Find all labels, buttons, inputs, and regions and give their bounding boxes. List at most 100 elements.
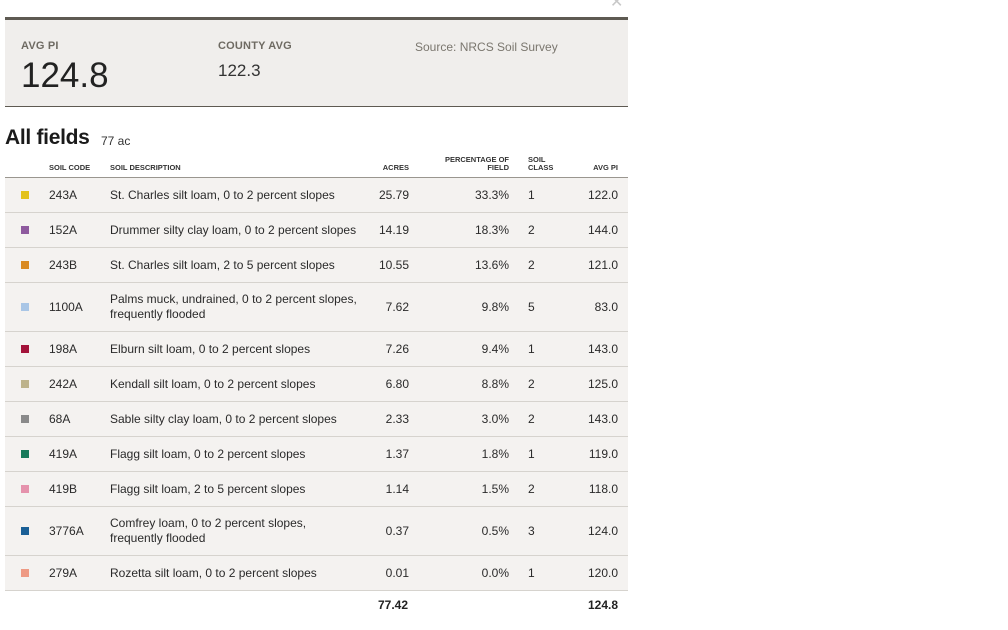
color-swatch-cell — [5, 471, 49, 507]
avg-pi: 125.0 — [555, 366, 628, 402]
table-row[interactable]: 152A Drummer silty clay loam, 0 to 2 perc… — [5, 212, 628, 248]
total-acres: 77.42 — [377, 598, 408, 612]
percentage: 3.0% — [409, 401, 509, 437]
header-soil-code: SOIL CODE — [49, 156, 110, 178]
table-row[interactable]: 419A Flagg silt loam, 0 to 2 percent slop… — [5, 436, 628, 472]
color-swatch-cell — [5, 555, 49, 591]
color-swatch-cell — [5, 247, 49, 283]
acres: 0.37 — [370, 506, 409, 556]
acres: 25.79 — [370, 177, 409, 213]
color-swatch-cell — [5, 506, 49, 556]
avg-pi: 83.0 — [555, 282, 628, 332]
table-row[interactable]: 3776A Comfrey loam, 0 to 2 percent slopes… — [5, 506, 628, 556]
summary-box: AVG PI 124.8 COUNTY AVG 122.3 Source: NR… — [5, 17, 628, 107]
soil-table: SOIL CODE SOIL DESCRIPTION ACRES PERCENT… — [5, 156, 628, 618]
soil-class: 2 — [509, 247, 555, 283]
table-row[interactable]: 243A St. Charles silt loam, 0 to 2 percen… — [5, 177, 628, 213]
section-header: All fields 77 ac — [5, 126, 130, 150]
section-title: All fields — [5, 126, 90, 149]
soil-class: 1 — [509, 436, 555, 472]
table-row[interactable]: 1100A Palms muck, undrained, 0 to 2 perce… — [5, 282, 628, 332]
table-row[interactable]: 419B Flagg silt loam, 2 to 5 percent slop… — [5, 471, 628, 507]
percentage: 18.3% — [409, 212, 509, 248]
soil-description: Drummer silty clay loam, 0 to 2 percent … — [110, 212, 370, 248]
percentage: 0.0% — [409, 555, 509, 591]
header-swatch — [5, 156, 49, 178]
avg-pi: 143.0 — [555, 401, 628, 437]
acres: 1.37 — [370, 436, 409, 472]
header-soil-description: SOIL DESCRIPTION — [110, 156, 370, 178]
avg-pi: 124.0 — [555, 506, 628, 556]
soil-description: Flagg silt loam, 2 to 5 percent slopes — [110, 471, 370, 507]
soil-class: 3 — [509, 506, 555, 556]
color-swatch — [21, 191, 29, 199]
color-swatch — [21, 415, 29, 423]
header-percentage: PERCENTAGE OF FIELD — [409, 156, 509, 178]
header-avg-pi: AVG PI — [555, 156, 628, 178]
color-swatch — [21, 450, 29, 458]
avg-pi: 118.0 — [555, 471, 628, 507]
header-acres: ACRES — [370, 156, 409, 178]
percentage: 9.4% — [409, 331, 509, 367]
table-row[interactable]: 68A Sable silty clay loam, 0 to 2 percent… — [5, 401, 628, 437]
acres: 14.19 — [370, 212, 409, 248]
source-note: Source: NRCS Soil Survey — [415, 40, 558, 54]
soil-description: Flagg silt loam, 0 to 2 percent slopes — [110, 436, 370, 472]
soil-description: Comfrey loam, 0 to 2 percent slopes, fre… — [110, 506, 370, 556]
soil-description: Kendall silt loam, 0 to 2 percent slopes — [110, 366, 370, 402]
avg-pi-label: AVG PI — [21, 40, 59, 52]
table-row[interactable]: 243B St. Charles silt loam, 2 to 5 percen… — [5, 247, 628, 283]
color-swatch — [21, 345, 29, 353]
color-swatch-cell — [5, 331, 49, 367]
soil-code: 3776A — [49, 506, 110, 556]
table-row[interactable]: 242A Kendall silt loam, 0 to 2 percent sl… — [5, 366, 628, 402]
color-swatch — [21, 303, 29, 311]
soil-description: St. Charles silt loam, 2 to 5 percent sl… — [110, 247, 370, 283]
percentage: 9.8% — [409, 282, 509, 332]
soil-code: 68A — [49, 401, 110, 437]
county-avg-value: 122.3 — [218, 61, 261, 80]
table-row[interactable]: 198A Elburn silt loam, 0 to 2 percent slo… — [5, 331, 628, 367]
avg-pi: 143.0 — [555, 331, 628, 367]
avg-pi: 119.0 — [555, 436, 628, 472]
soil-class: 2 — [509, 401, 555, 437]
color-swatch-cell — [5, 401, 49, 437]
table-row[interactable]: 279A Rozetta silt loam, 0 to 2 percent sl… — [5, 555, 628, 591]
soil-class: 1 — [509, 555, 555, 591]
acres: 7.26 — [370, 331, 409, 367]
soil-code: 198A — [49, 331, 110, 367]
color-swatch-cell — [5, 212, 49, 248]
percentage: 1.5% — [409, 471, 509, 507]
color-swatch-cell — [5, 177, 49, 213]
avg-pi: 122.0 — [555, 177, 628, 213]
table-header-row: SOIL CODE SOIL DESCRIPTION ACRES PERCENT… — [5, 156, 628, 178]
color-swatch — [21, 380, 29, 388]
soil-class: 2 — [509, 471, 555, 507]
acres: 0.01 — [370, 555, 409, 591]
acres: 6.80 — [370, 366, 409, 402]
color-swatch — [21, 527, 29, 535]
soil-class: 1 — [509, 331, 555, 367]
color-swatch — [21, 226, 29, 234]
avg-pi-value: 124.8 — [21, 56, 109, 95]
table-totals-row: 77.42 124.8 — [5, 590, 628, 619]
soil-code: 419A — [49, 436, 110, 472]
table-body: 243A St. Charles silt loam, 0 to 2 percen… — [5, 177, 628, 591]
soil-description: Palms muck, undrained, 0 to 2 percent sl… — [110, 282, 370, 332]
total-acres-badge: 77 ac — [101, 134, 131, 148]
soil-class: 2 — [509, 212, 555, 248]
avg-pi: 121.0 — [555, 247, 628, 283]
soil-class: 5 — [509, 282, 555, 332]
percentage: 1.8% — [409, 436, 509, 472]
avg-pi: 144.0 — [555, 212, 628, 248]
total-avg-pi: 124.8 — [587, 598, 618, 612]
soil-code: 243B — [49, 247, 110, 283]
color-swatch — [21, 485, 29, 493]
county-avg-label: COUNTY AVG — [218, 40, 292, 52]
acres: 10.55 — [370, 247, 409, 283]
acres: 7.62 — [370, 282, 409, 332]
percentage: 8.8% — [409, 366, 509, 402]
color-swatch-cell — [5, 436, 49, 472]
soil-report-panel: AVG PI 124.8 COUNTY AVG 122.3 Source: NR… — [5, 0, 628, 612]
soil-code: 1100A — [49, 282, 110, 332]
